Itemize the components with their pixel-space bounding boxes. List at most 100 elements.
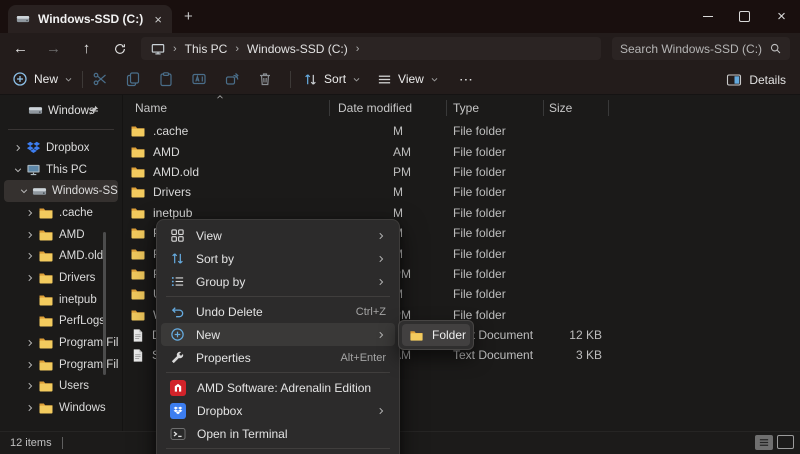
chevron-right-icon[interactable] <box>22 251 38 261</box>
sidebar-item-label: Program Files (x86) <box>59 359 118 371</box>
chevron-right-icon[interactable] <box>22 273 38 283</box>
folder-icon <box>130 266 146 282</box>
details-view-toggle[interactable] <box>755 435 773 450</box>
folder-icon <box>130 205 146 221</box>
file-name: inetpub <box>153 206 192 220</box>
chevron-down-icon[interactable] <box>10 165 26 175</box>
chevron-right-icon[interactable] <box>22 360 38 370</box>
sidebar-item-dropbox[interactable]: Dropbox <box>4 137 118 159</box>
chevron-right-icon[interactable] <box>22 208 38 218</box>
copy-button[interactable] <box>116 64 149 95</box>
back-button[interactable]: ← <box>4 33 37 64</box>
sidebar-item-perflogs[interactable]: PerfLogs <box>4 311 118 333</box>
sidebar-item-this-pc[interactable]: This PC <box>4 159 118 181</box>
chevron-right-icon[interactable] <box>22 230 38 240</box>
chevron-down-icon[interactable] <box>16 186 32 196</box>
file-row-cache[interactable]: .cacheMFile folder <box>123 121 800 141</box>
column-header-size[interactable]: Size <box>544 100 609 116</box>
folder-icon <box>130 225 146 241</box>
folder-icon <box>130 123 146 139</box>
maximize-button[interactable] <box>726 0 763 33</box>
sidebar-item-program-files[interactable]: Program Files <box>4 332 118 354</box>
close-button[interactable]: × <box>763 0 800 33</box>
folder-icon <box>38 378 54 394</box>
column-header-name[interactable]: Name <box>123 100 330 116</box>
menu-item-sort-by[interactable]: Sort by <box>161 247 395 270</box>
column-headers: Name Date modified Type Size <box>123 96 800 120</box>
navigation-bar: ← → ↑ › This PC › Windows-SSD (C:) › Sea… <box>0 33 800 64</box>
chevron-right-icon[interactable] <box>10 143 26 153</box>
sidebar-item-amd-old[interactable]: AMD.old <box>4 245 118 267</box>
menu-item-new[interactable]: New <box>161 323 395 346</box>
address-bar[interactable]: › This PC › Windows-SSD (C:) › <box>141 37 601 60</box>
sidebar-item-windows[interactable]: Windows <box>4 397 118 419</box>
menu-item-view[interactable]: View <box>161 224 395 247</box>
chevron-right-icon[interactable] <box>22 338 38 348</box>
menu-item-undo-delete[interactable]: Undo DeleteCtrl+Z <box>161 300 395 323</box>
menu-item-label: AMD Software: Adrenalin Edition <box>197 381 386 395</box>
breadcrumb-windows-ssd[interactable]: Windows-SSD (C:) <box>247 42 348 56</box>
up-button[interactable]: ↑ <box>70 33 103 64</box>
breadcrumb-this-pc[interactable]: This PC <box>185 42 228 56</box>
folder-icon <box>38 313 54 329</box>
menu-item-open-in-terminal[interactable]: Open in Terminal <box>161 422 395 445</box>
menu-separator <box>166 448 390 449</box>
sidebar-item-program-files-x86[interactable]: Program Files (x86) <box>4 354 118 376</box>
folder-icon <box>38 227 54 243</box>
search-input[interactable]: Search Windows-SSD (C:) <box>612 37 790 60</box>
sidebar-item-users[interactable]: Users <box>4 376 118 398</box>
icons-view-toggle[interactable] <box>777 435 794 449</box>
more-options-button[interactable]: ⋯ <box>459 71 474 88</box>
sidebar-item-amd[interactable]: AMD <box>4 224 118 246</box>
sidebar-item-inetpub[interactable]: inetpub <box>4 289 118 311</box>
menu-item-label: View <box>196 229 365 243</box>
monitor-icon <box>26 162 41 177</box>
sort-button-label: Sort <box>324 72 346 86</box>
file-row-drivers[interactable]: DriversMFile folder <box>123 182 800 202</box>
tab-windows-ssd[interactable]: Windows-SSD (C:) × <box>8 5 172 33</box>
refresh-button[interactable] <box>103 33 136 64</box>
sidebar-item-label: Users <box>59 380 89 392</box>
chevron-right-icon[interactable] <box>22 381 38 391</box>
sidebar-item-drivers[interactable]: Drivers <box>4 267 118 289</box>
file-name-cell: .cache <box>123 123 330 139</box>
sidebar-scrollbar[interactable] <box>103 232 106 375</box>
sidebar-item-windows-ssd-c[interactable]: Windows-SSD (C:) <box>4 180 118 202</box>
sidebar-pinned-windows-ssd[interactable]: Windows-SSD (C:) <box>0 100 122 121</box>
paste-button[interactable] <box>149 64 182 95</box>
file-date-cell: M <box>330 124 447 138</box>
share-button[interactable] <box>215 64 248 95</box>
chevron-down-icon <box>430 75 439 84</box>
cut-button[interactable] <box>83 64 116 95</box>
column-header-type[interactable]: Type <box>447 100 544 116</box>
file-row-amd-old[interactable]: AMD.oldPMFile folder <box>123 162 800 182</box>
view-button[interactable]: View <box>377 72 439 87</box>
this-pc-icon <box>151 42 165 56</box>
sidebar-item-cache[interactable]: .cache <box>4 202 118 224</box>
menu-item-amd-software-adrenalin-edition[interactable]: AMD Software: Adrenalin Edition <box>161 376 395 399</box>
rename-button[interactable] <box>182 64 215 95</box>
plus-circle-icon <box>12 71 28 87</box>
chevron-right-icon[interactable] <box>22 403 38 413</box>
file-row-amd[interactable]: AMDAMFile folder <box>123 141 800 161</box>
submenu-item-folder[interactable]: Folder <box>402 324 470 346</box>
column-header-date-modified[interactable]: Date modified <box>330 100 447 116</box>
breadcrumb-separator: › <box>235 43 239 55</box>
menu-item-dropbox[interactable]: Dropbox <box>161 399 395 422</box>
menu-item-group-by[interactable]: Group by <box>161 270 395 293</box>
menu-item-properties[interactable]: PropertiesAlt+Enter <box>161 346 395 369</box>
doc-icon <box>130 328 145 343</box>
column-name-label: Name <box>135 101 167 115</box>
forward-button[interactable]: → <box>37 33 70 64</box>
new-tab-button[interactable]: + <box>184 0 193 33</box>
details-pane-button[interactable]: Details <box>726 64 786 95</box>
tab-close-icon[interactable]: × <box>152 12 164 27</box>
menu-item-label: Sort by <box>196 252 365 266</box>
minimize-button[interactable] <box>689 0 726 33</box>
file-date-cell: PM <box>330 165 447 179</box>
sort-button[interactable]: Sort <box>303 72 361 87</box>
new-button[interactable]: New <box>12 71 73 87</box>
undo-icon <box>170 304 185 319</box>
delete-button[interactable] <box>248 64 281 95</box>
column-date-label: Date modified <box>338 101 412 115</box>
